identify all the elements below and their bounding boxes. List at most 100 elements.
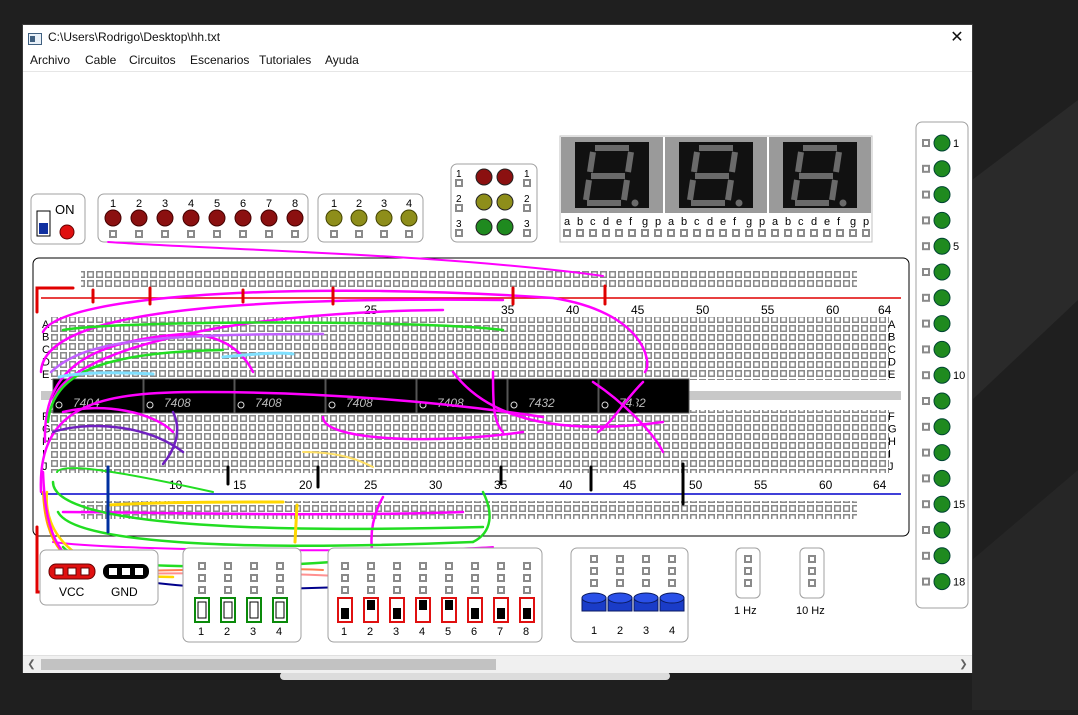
- output-leds-panel: 15101518: [915, 121, 969, 609]
- segment-label: c: [798, 216, 804, 228]
- red-led-label: 2: [136, 198, 142, 210]
- segment-label: b: [785, 216, 791, 228]
- output-led-label: 1: [953, 138, 959, 150]
- segment-label: c: [590, 216, 596, 228]
- menu-circuitos[interactable]: Circuitos: [129, 53, 176, 67]
- matrix-led: [475, 168, 493, 186]
- title-bar: C:\Users\Rodrigo\Desktop\hh.txt ✕: [23, 25, 972, 51]
- output-led: [933, 134, 951, 152]
- switch-label: 8: [523, 626, 529, 638]
- switch-label: 3: [250, 626, 256, 638]
- red-led-label: 4: [188, 198, 194, 210]
- output-led: [933, 340, 951, 358]
- column-number: 64: [878, 303, 892, 317]
- red-led-label: 1: [110, 198, 116, 210]
- ic-chip-7432[interactable]: 7432: [507, 378, 599, 414]
- clock-label: 10 Hz: [796, 605, 825, 617]
- segment-label: a: [564, 216, 571, 228]
- column-number: 50: [696, 303, 710, 317]
- row-letter: E: [42, 369, 49, 381]
- clock-source[interactable]: 1 Hz: [734, 547, 761, 617]
- output-led: [933, 444, 951, 462]
- segment-label: p: [759, 216, 765, 228]
- output-led: [933, 547, 951, 565]
- output-led: [933, 521, 951, 539]
- row-letter: H: [888, 436, 896, 448]
- button-label: 1: [591, 625, 597, 637]
- matrix-right-label: 2: [524, 194, 530, 205]
- chip-label: 7432: [619, 396, 646, 410]
- column-number: 20: [299, 478, 313, 492]
- output-led: [933, 237, 951, 255]
- red-leds-panel: 1 2 3 4 5 6 7 8: [97, 193, 309, 243]
- column-number: 60: [819, 478, 833, 492]
- output-led: [933, 392, 951, 410]
- segment-label: g: [746, 216, 752, 228]
- output-led-label: 10: [953, 370, 965, 382]
- led-matrix-panel: 1 1 2 2 3 3: [450, 163, 538, 243]
- power-toggle[interactable]: [36, 210, 51, 237]
- segment-label: a: [772, 216, 779, 228]
- column-number: 40: [559, 478, 573, 492]
- menu-archivo[interactable]: Archivo: [30, 53, 70, 67]
- output-led: [933, 495, 951, 513]
- menu-cable[interactable]: Cable: [85, 53, 116, 67]
- red-led: [234, 209, 252, 227]
- matrix-led: [496, 218, 514, 236]
- column-number: 25: [364, 478, 378, 492]
- red-led-label: 8: [292, 198, 298, 210]
- scrollbar-thumb[interactable]: [41, 659, 496, 670]
- red-led: [156, 209, 174, 227]
- olive-led: [400, 209, 418, 227]
- ic-chip-7408[interactable]: 7408: [234, 378, 326, 414]
- matrix-left-label: 2: [456, 194, 462, 205]
- button-label: 4: [669, 625, 675, 637]
- column-number: 40: [566, 303, 580, 317]
- column-number: 15: [233, 478, 247, 492]
- menu-tutoriales[interactable]: Tutoriales: [259, 53, 311, 67]
- output-led: [933, 263, 951, 281]
- row-letter: B: [42, 332, 49, 344]
- segment-label: d: [603, 216, 609, 228]
- scroll-left-arrow-icon[interactable]: ❮: [23, 656, 40, 673]
- segment-label: e: [616, 216, 622, 228]
- column-number: 25: [364, 303, 378, 317]
- switch-label: 3: [393, 626, 399, 638]
- ic-chip-7408[interactable]: 7408: [143, 378, 235, 414]
- red-led-label: 5: [214, 198, 220, 210]
- clock-source[interactable]: 10 Hz: [796, 547, 825, 617]
- segment-label: b: [577, 216, 583, 228]
- row-letter: G: [888, 424, 897, 436]
- olive-led: [325, 209, 343, 227]
- segment-label: a: [668, 216, 675, 228]
- column-number: 50: [689, 478, 703, 492]
- row-letter: J: [888, 461, 894, 473]
- segment-label: e: [824, 216, 830, 228]
- column-number: 55: [761, 303, 775, 317]
- red-led-label: 6: [240, 198, 246, 210]
- simulator-canvas[interactable]: ON 12345678 1234 112233 abcdefgpabc d e …: [23, 72, 972, 656]
- red-led-label: 7: [266, 198, 272, 210]
- vcc-label: VCC: [59, 585, 85, 599]
- menu-escenarios[interactable]: Escenarios: [190, 53, 249, 67]
- segment-label: p: [863, 216, 869, 228]
- olive-led-label: 4: [406, 198, 412, 210]
- horizontal-scrollbar[interactable]: ❮ ❯: [23, 655, 972, 673]
- olive-led: [375, 209, 393, 227]
- column-number: 30: [429, 478, 443, 492]
- scroll-right-arrow-icon[interactable]: ❯: [955, 656, 972, 673]
- gnd-label: GND: [111, 585, 138, 599]
- matrix-led: [496, 168, 514, 186]
- switch-label: 1: [198, 626, 204, 638]
- red-led: [130, 209, 148, 227]
- clock-label: 1 Hz: [734, 605, 757, 617]
- switch-label: 7: [497, 626, 503, 638]
- power-indicator: [59, 224, 75, 240]
- power-panel: ON: [30, 193, 86, 245]
- output-led-label: 15: [953, 499, 965, 511]
- output-led-label: 5: [953, 241, 959, 253]
- close-button[interactable]: ✕: [942, 25, 972, 51]
- row-letter: A: [888, 319, 896, 331]
- menu-ayuda[interactable]: Ayuda: [325, 53, 359, 67]
- column-number: 45: [623, 478, 637, 492]
